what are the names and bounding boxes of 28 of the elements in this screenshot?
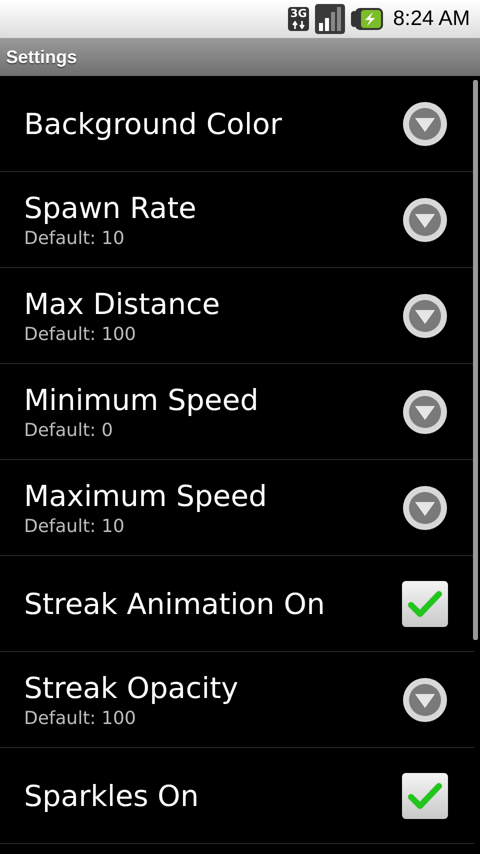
settings-row[interactable]: Sparkles On: [0, 748, 474, 844]
settings-row[interactable]: Background Color: [0, 76, 474, 172]
setting-title: Minimum Speed: [24, 382, 259, 418]
settings-row[interactable]: Streak Opacity Default: 100: [0, 652, 474, 748]
setting-summary: Default: 100: [24, 706, 137, 730]
screen-title: Settings: [6, 46, 78, 68]
checkbox[interactable]: [402, 772, 448, 818]
settings-row[interactable]: Streak Animation On: [0, 556, 474, 652]
settings-row[interactable]: Maximum Speed Default: 10: [0, 460, 474, 556]
settings-row[interactable]: Max Distance Default: 100: [0, 268, 474, 364]
setting-title: Maximum Speed: [24, 478, 268, 514]
setting-title: Streak Opacity: [24, 670, 238, 706]
setting-summary: Default: 100: [24, 322, 137, 346]
checkbox[interactable]: [402, 580, 448, 626]
settings-row[interactable]: Minimum Speed Default: 0: [0, 364, 474, 460]
clock-time: 8:24 AM: [392, 7, 470, 31]
setting-title: Spawn Rate: [24, 190, 196, 226]
battery-charging-icon: [350, 8, 383, 30]
setting-title: Sparkles On: [24, 778, 199, 814]
setting-summary: Default: 0: [24, 418, 114, 442]
settings-row[interactable]: Spawn Rate Default: 10: [0, 172, 474, 268]
setting-title: Background Color: [24, 106, 282, 142]
setting-title: Max Distance: [24, 286, 220, 322]
setting-summary: Default: 10: [24, 226, 126, 250]
network-type-icon: 3G: [288, 7, 309, 31]
signal-icon: [314, 4, 345, 34]
setting-summary: Default: 10: [24, 514, 126, 538]
setting-title: Streak Animation On: [24, 586, 325, 622]
